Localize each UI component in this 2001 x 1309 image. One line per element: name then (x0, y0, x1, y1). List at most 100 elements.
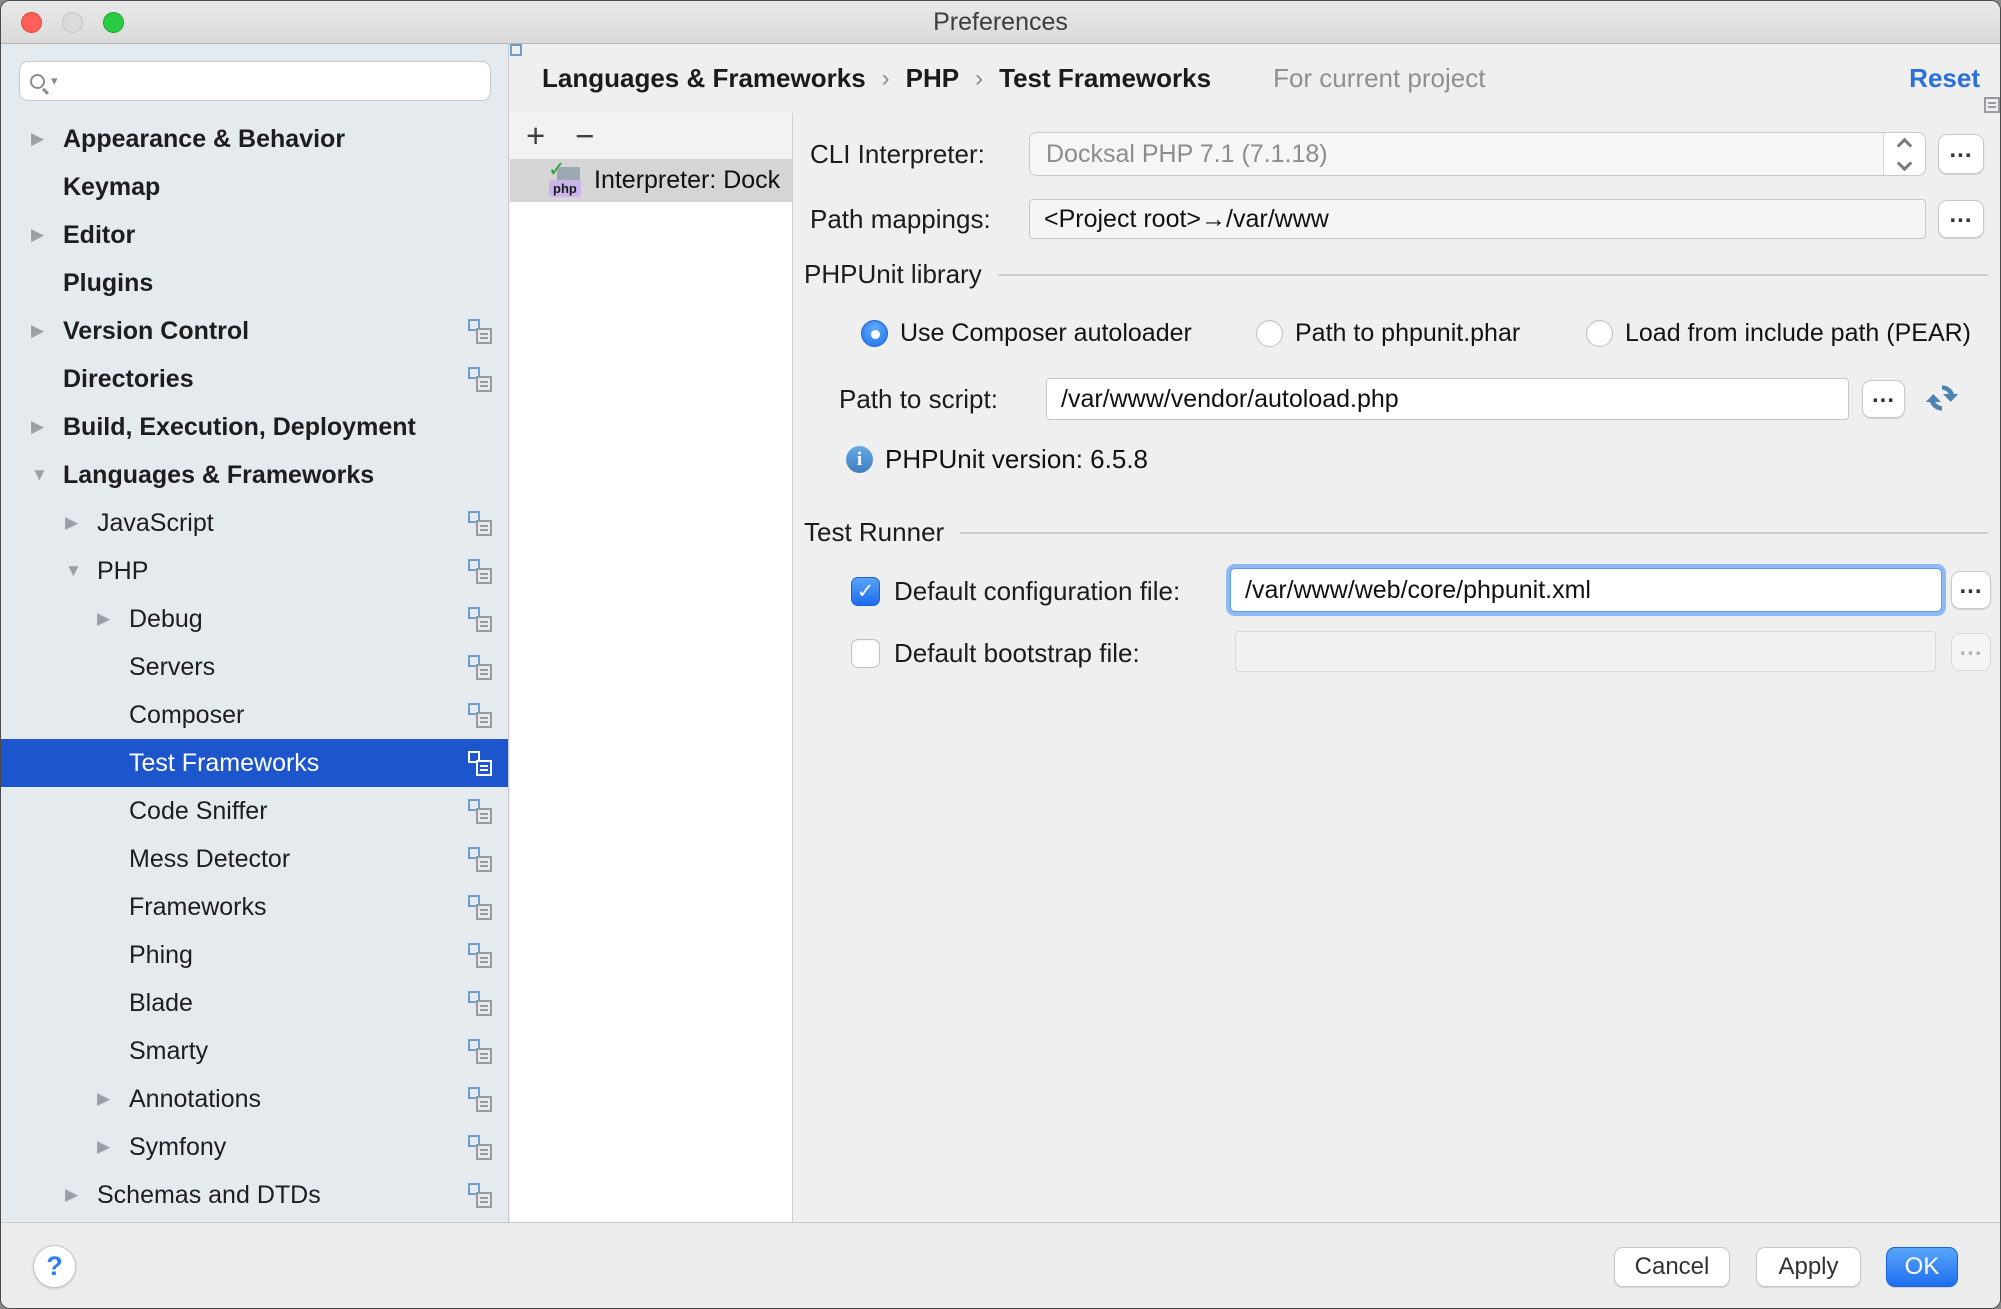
cli-interpreter-browse-button[interactable]: ... (1938, 134, 1984, 174)
sidebar-item-smarty[interactable]: Smarty (1, 1027, 508, 1075)
chevron-right-icon[interactable]: ▶ (31, 417, 63, 437)
sidebar-item-schemas-and-dtds[interactable]: ▶Schemas and DTDs (1, 1171, 508, 1219)
default-configuration-browse-button[interactable]: ... (1951, 571, 1991, 609)
sidebar-item-label: Keymap (63, 173, 160, 202)
sidebar-item-label: Plugins (63, 269, 153, 298)
chevron-right-icon[interactable]: ▶ (65, 513, 97, 533)
path-mappings-browse-button[interactable]: ... (1938, 200, 1984, 238)
title-bar: Preferences (1, 1, 2000, 44)
search-box[interactable]: ▾ (19, 61, 491, 101)
radio-use-composer-autoloader[interactable]: Use Composer autoloader (861, 319, 1192, 348)
radio-path-to-phpunit-phar[interactable]: Path to phpunit.phar (1256, 319, 1520, 348)
scope-indicator: For current project (1239, 63, 1485, 94)
current-project-icon (468, 799, 492, 824)
chevron-right-icon[interactable]: ▶ (97, 609, 129, 629)
help-button[interactable]: ? (33, 1245, 76, 1288)
default-configuration-input[interactable]: /var/www/web/core/phpunit.xml (1230, 568, 1942, 612)
phpunit-version-info: i PHPUnit version: 6.5.8 (846, 444, 1148, 475)
chevron-right-icon[interactable]: ▶ (65, 1185, 97, 1205)
current-project-icon (468, 511, 492, 536)
breadcrumb-php[interactable]: PHP (906, 63, 959, 94)
stepper-control[interactable] (1883, 133, 1925, 175)
default-bootstrap-browse-button[interactable]: ... (1951, 633, 1991, 671)
default-bootstrap-input[interactable] (1235, 631, 1936, 672)
section-title: PHPUnit library (804, 259, 982, 290)
sidebar-item-frameworks[interactable]: Frameworks (1, 883, 508, 931)
apply-button[interactable]: Apply (1756, 1247, 1861, 1287)
chevron-right-icon[interactable]: ▶ (97, 1137, 129, 1157)
search-options-caret-icon[interactable]: ▾ (51, 73, 58, 89)
interpreter-label: Interpreter: Dock (594, 166, 780, 195)
search-icon (30, 74, 45, 89)
sidebar-item-label: Schemas and DTDs (97, 1181, 321, 1210)
cli-interpreter-value: Docksal PHP 7.1 (7.1.18) (1030, 140, 1883, 169)
sidebar-item-keymap[interactable]: Keymap (1, 163, 508, 211)
sidebar-item-javascript[interactable]: ▶JavaScript (1, 499, 508, 547)
sidebar-item-code-sniffer[interactable]: Code Sniffer (1, 787, 508, 835)
search-input[interactable] (62, 67, 480, 95)
add-interpreter-button[interactable]: + (526, 116, 545, 156)
cancel-button[interactable]: Cancel (1614, 1247, 1730, 1287)
chevron-down-icon[interactable]: ▼ (31, 465, 63, 485)
sidebar-item-debug[interactable]: ▶Debug (1, 595, 508, 643)
test-frameworks-detail: CLI Interpreter: Docksal PHP 7.1 (7.1.18… (794, 113, 2000, 1222)
default-bootstrap-checkbox[interactable] (851, 639, 880, 668)
sidebar-item-appearance-behavior[interactable]: ▶Appearance & Behavior (1, 115, 508, 163)
sidebar-item-servers[interactable]: Servers (1, 643, 508, 691)
radio-button-icon[interactable] (1256, 320, 1283, 347)
sidebar-item-symfony[interactable]: ▶Symfony (1, 1123, 508, 1171)
sidebar-item-label: Composer (129, 701, 244, 730)
path-mappings-field[interactable]: <Project root>→/var/www (1029, 199, 1926, 239)
refresh-icon[interactable] (1922, 376, 1962, 420)
sidebar-item-label: Version Control (63, 317, 249, 346)
radio-button-icon[interactable] (1586, 320, 1613, 347)
php-badge: php (549, 180, 581, 197)
radio-label: Use Composer autoloader (900, 319, 1192, 348)
breadcrumb-bar: Languages & Frameworks › PHP › Test Fram… (510, 44, 2000, 113)
sidebar-item-label: Smarty (129, 1037, 208, 1066)
sidebar-item-editor[interactable]: ▶Editor (1, 211, 508, 259)
sidebar-item-label: Symfony (129, 1133, 226, 1162)
chevron-right-icon[interactable]: ▶ (97, 1089, 129, 1109)
path-to-script-label: Path to script: (839, 378, 998, 420)
chevron-down-icon[interactable]: ▼ (65, 561, 97, 581)
chevron-right-icon[interactable]: ▶ (31, 129, 63, 149)
check-icon: ✓ (857, 579, 875, 604)
cli-interpreter-select[interactable]: Docksal PHP 7.1 (7.1.18) (1029, 132, 1926, 176)
default-configuration-checkbox[interactable]: ✓ (851, 577, 880, 606)
sidebar-item-php[interactable]: ▼PHP (1, 547, 508, 595)
sidebar-item-mess-detector[interactable]: Mess Detector (1, 835, 508, 883)
breadcrumb-separator: › (975, 65, 983, 93)
interpreters-panel: + − ✓ php Interpreter: Dock (510, 113, 793, 1222)
sidebar-item-annotations[interactable]: ▶Annotations (1, 1075, 508, 1123)
current-project-icon (468, 559, 492, 584)
radio-load-from-include-path[interactable]: Load from include path (PEAR) (1586, 319, 1971, 348)
current-project-icon (468, 1087, 492, 1112)
info-icon: i (846, 446, 873, 473)
path-to-script-browse-button[interactable]: ... (1862, 380, 1905, 418)
section-title: Test Runner (804, 517, 944, 548)
sidebar-item-test-frameworks[interactable]: Test Frameworks (1, 739, 508, 787)
reset-link[interactable]: Reset (1909, 63, 1980, 94)
sidebar-item-blade[interactable]: Blade (1, 979, 508, 1027)
sidebar-item-plugins[interactable]: Plugins (1, 259, 508, 307)
sidebar-item-languages-frameworks[interactable]: ▼Languages & Frameworks (1, 451, 508, 499)
radio-label: Path to phpunit.phar (1295, 319, 1520, 348)
sidebar-item-label: Phing (129, 941, 193, 970)
chevron-right-icon[interactable]: ▶ (31, 321, 63, 341)
sidebar-item-build-execution-deployment[interactable]: ▶Build, Execution, Deployment (1, 403, 508, 451)
breadcrumb-languages-frameworks[interactable]: Languages & Frameworks (542, 63, 866, 94)
test-runner-section-header: Test Runner (804, 517, 1988, 548)
interpreter-list-item[interactable]: ✓ php Interpreter: Dock (510, 159, 792, 202)
breadcrumb-separator: › (882, 65, 890, 93)
chevron-right-icon[interactable]: ▶ (31, 225, 63, 245)
ok-button[interactable]: OK (1886, 1247, 1958, 1287)
remove-interpreter-button[interactable]: − (575, 116, 594, 156)
current-project-icon (468, 655, 492, 680)
radio-button-icon[interactable] (861, 320, 888, 347)
sidebar-item-version-control[interactable]: ▶Version Control (1, 307, 508, 355)
sidebar-item-directories[interactable]: Directories (1, 355, 508, 403)
path-to-script-input[interactable]: /var/www/vendor/autoload.php (1046, 378, 1849, 420)
sidebar-item-phing[interactable]: Phing (1, 931, 508, 979)
sidebar-item-composer[interactable]: Composer (1, 691, 508, 739)
